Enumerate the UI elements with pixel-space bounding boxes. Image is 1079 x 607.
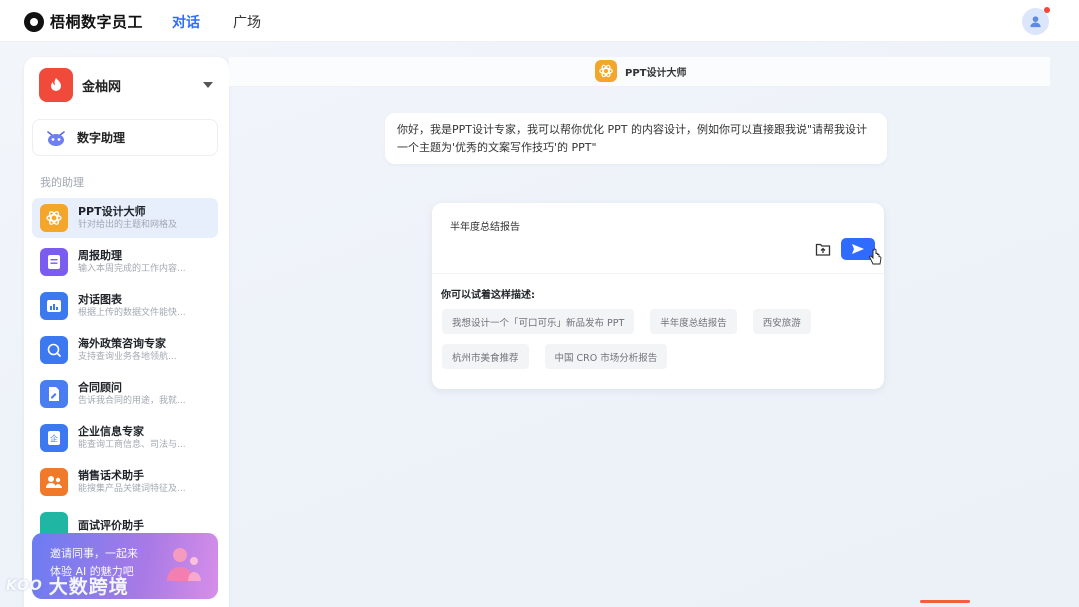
- assistant-item[interactable]: 合同顾问 告诉我合同的用途，我就...: [32, 374, 218, 414]
- assistant-desc: 输入本周完成的工作内容...: [78, 264, 186, 274]
- top-bar: 梧桐数字员工 对话 广场: [0, 0, 1079, 42]
- chevron-down-icon[interactable]: [203, 82, 213, 88]
- people-illustration-icon: [167, 548, 201, 581]
- org-switcher[interactable]: 金柚网: [39, 68, 217, 102]
- assistant-item[interactable]: 销售话术助手 能搜集产品关键词特征及...: [32, 462, 218, 502]
- chart-icon: [40, 292, 68, 320]
- contract-icon: [40, 380, 68, 408]
- agent-title: PPT设计大师: [595, 60, 686, 82]
- greeting-message: 你好，我是PPT设计专家，我可以帮你优化 PPT 的内容设计，例如你可以直接跟我…: [385, 113, 887, 164]
- assistant-name: 合同顾问: [78, 381, 122, 394]
- nav-square[interactable]: 广场: [233, 12, 261, 32]
- agent-name: PPT设计大师: [625, 67, 687, 79]
- assistant-name: 海外政策咨询专家: [78, 337, 166, 350]
- assistant-name: 周报助理: [78, 249, 122, 262]
- assistant-name: 对话图表: [78, 293, 122, 306]
- section-title: 我的助理: [40, 176, 84, 189]
- app-logo[interactable]: 梧桐数字员工: [24, 11, 143, 32]
- hand-cursor-icon: [869, 248, 882, 265]
- upload-icon: [815, 243, 831, 256]
- atom-icon: [40, 204, 68, 232]
- suggestion-chip[interactable]: 西安旅游: [752, 309, 811, 334]
- suggestions-title: 你可以试着这样描述:: [441, 290, 535, 301]
- assistant-desc: 根据上传的数据文件能快...: [78, 308, 186, 318]
- digital-helper-label: 数字助理: [77, 131, 126, 145]
- org-logo-icon: [39, 68, 73, 102]
- send-icon: [852, 244, 864, 254]
- sidebar: 金柚网 数字助理 我的助理 PPT设计大师 针对给出的主题和网格及 周报助理 输…: [24, 57, 229, 607]
- watermark: KOO 大数跨境: [6, 572, 129, 599]
- decorative-accent: [920, 600, 970, 603]
- document-icon: [40, 248, 68, 276]
- suggestion-chip[interactable]: 中国 CRO 市场分析报告: [544, 344, 668, 369]
- suggestion-chip[interactable]: 半年度总结报告: [650, 309, 737, 334]
- enterprise-icon: 企: [40, 424, 68, 452]
- chat-input[interactable]: [450, 215, 810, 235]
- user-icon: [1030, 16, 1041, 28]
- assistant-item[interactable]: PPT设计大师 针对给出的主题和网格及: [32, 198, 218, 238]
- nav-chat[interactable]: 对话: [172, 12, 200, 32]
- org-name: 金柚网: [82, 79, 122, 95]
- atom-icon: [595, 60, 617, 82]
- suggestion-chip[interactable]: 我想设计一个「可口可乐」新品发布 PPT: [442, 309, 635, 334]
- assistant-desc: 能搜集产品关键词特征及...: [78, 484, 186, 494]
- app-name: 梧桐数字员工: [50, 13, 144, 31]
- composer-card: 你可以试着这样描述: 我想设计一个「可口可乐」新品发布 PPT 半年度总结报告 …: [432, 203, 884, 389]
- assistant-desc: 支持查询业务各地领航...: [78, 352, 177, 362]
- upload-button[interactable]: [814, 240, 832, 258]
- assistant-item[interactable]: 企 企业信息专家 能查询工商信息、司法与...: [32, 418, 218, 458]
- assistant-desc: 能查询工商信息、司法与...: [78, 440, 186, 450]
- robot-icon: [47, 130, 65, 146]
- suggestion-chip[interactable]: 杭州市美食推荐: [442, 344, 529, 369]
- chat-header: PPT设计大师: [229, 57, 1050, 87]
- assistant-item[interactable]: 对话图表 根据上传的数据文件能快...: [32, 286, 218, 326]
- digital-helper-button[interactable]: 数字助理: [32, 119, 218, 156]
- assistant-desc: 针对给出的主题和网格及: [78, 220, 178, 230]
- assistant-desc: 告诉我合同的用途，我就...: [78, 396, 186, 406]
- globe-icon: [40, 336, 68, 364]
- assistant-item[interactable]: 周报助理 输入本周完成的工作内容...: [32, 242, 218, 282]
- assistant-list: PPT设计大师 针对给出的主题和网格及 周报助理 输入本周完成的工作内容... …: [32, 198, 218, 550]
- assistant-name: PPT设计大师: [78, 205, 146, 218]
- invite-line-1: 邀请同事，一起来: [50, 547, 138, 560]
- watermark-mark: KOO: [6, 577, 43, 594]
- suggestion-chips: 我想设计一个「可口可乐」新品发布 PPT 半年度总结报告 西安旅游 杭州市美食推…: [442, 309, 872, 379]
- notification-dot: [1044, 7, 1050, 13]
- assistant-name: 企业信息专家: [78, 425, 144, 438]
- logo-icon: [24, 11, 44, 32]
- watermark-text: 大数跨境: [48, 576, 129, 598]
- people-icon: [40, 468, 68, 496]
- user-avatar[interactable]: [1022, 7, 1050, 35]
- assistant-name: 销售话术助手: [78, 469, 144, 482]
- assistant-name: 面试评价助手: [78, 519, 144, 532]
- assistant-item[interactable]: 海外政策咨询专家 支持查询业务各地领航...: [32, 330, 218, 370]
- svg-text:企: 企: [50, 434, 58, 444]
- divider: [432, 273, 884, 274]
